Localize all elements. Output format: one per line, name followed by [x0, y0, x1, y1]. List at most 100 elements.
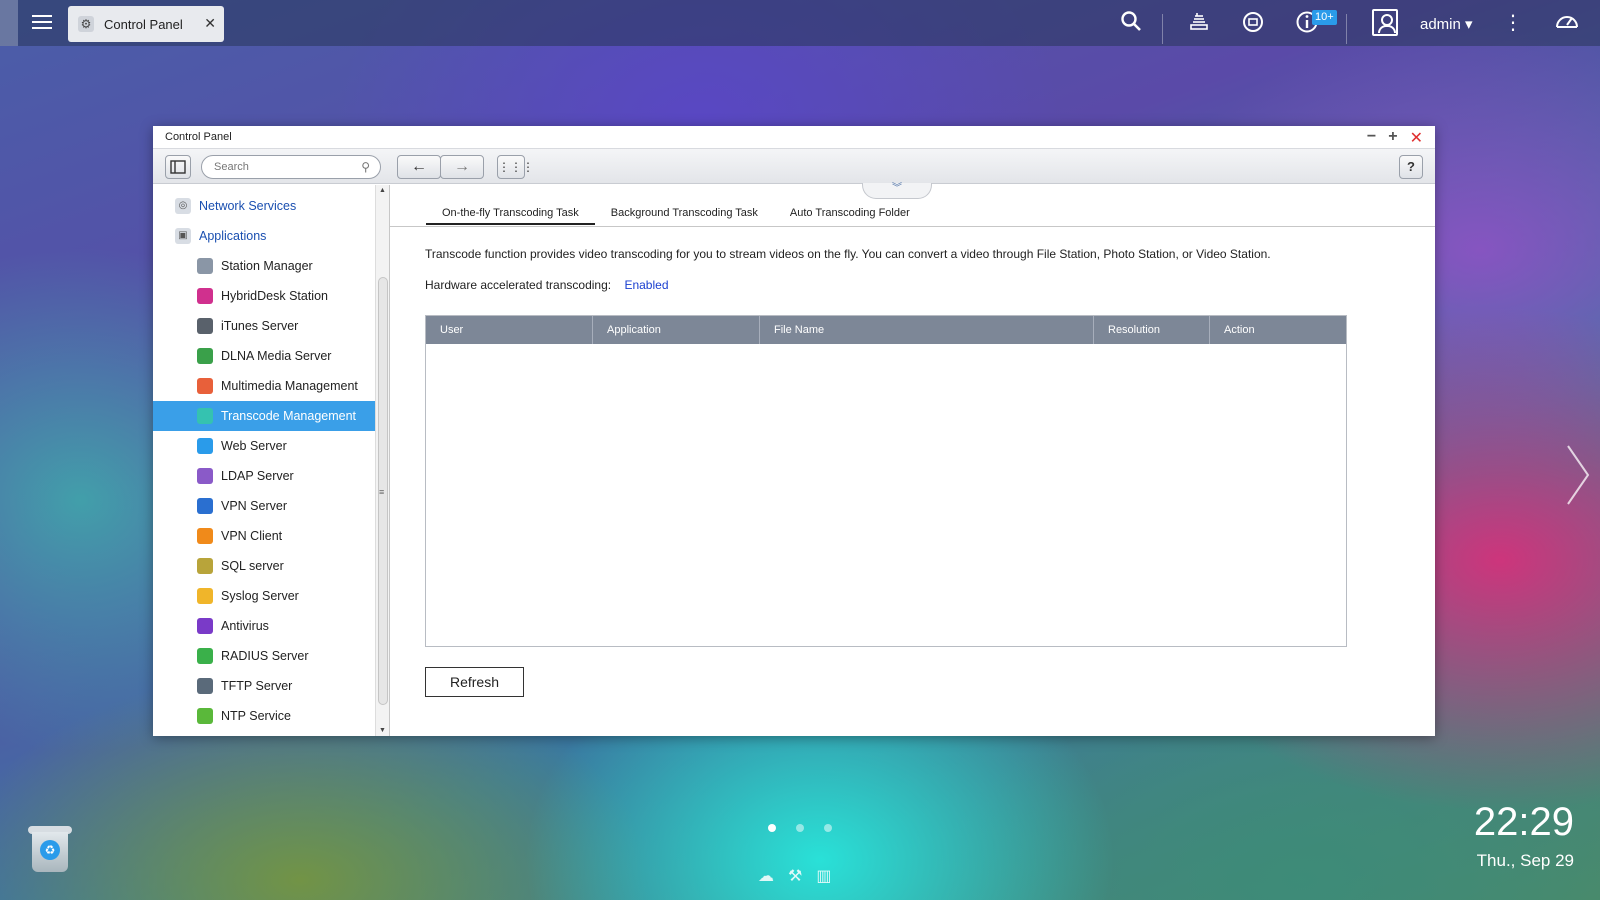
- tab-auto-folder[interactable]: Auto Transcoding Folder: [774, 207, 926, 225]
- collapse-header-button[interactable]: ︾: [862, 183, 932, 199]
- sidebar-item-label: LDAP Server: [221, 469, 294, 483]
- page-dot[interactable]: [768, 824, 776, 832]
- sidebar-item-label: Multimedia Management: [221, 379, 358, 393]
- dlna-icon: [197, 348, 213, 364]
- sidebar-item-label: VPN Client: [221, 529, 283, 543]
- ldap-icon: [197, 468, 213, 484]
- search-icon[interactable]: [1118, 10, 1144, 36]
- tab-on-the-fly[interactable]: On-the-fly Transcoding Task: [426, 207, 595, 225]
- sidebar-item-label: DLNA Media Server: [221, 349, 332, 363]
- next-desktop-arrow-icon[interactable]: [1562, 440, 1592, 510]
- forward-button[interactable]: →: [440, 155, 484, 179]
- user-menu-button[interactable]: admin ▾: [1420, 15, 1473, 33]
- sidebar-item-web-server[interactable]: Web Server: [153, 431, 375, 461]
- book-icon[interactable]: ▥: [816, 866, 831, 886]
- column-header-application[interactable]: Application: [593, 316, 760, 344]
- page-dot[interactable]: [824, 824, 832, 832]
- sidebar-scrollbar[interactable]: ▲ ≡ ▼: [375, 185, 389, 736]
- desktop-date: Thu., Sep 29: [1476, 851, 1574, 870]
- hw-accel-label: Hardware accelerated transcoding:: [425, 278, 612, 292]
- sidebar-item-dlna-media-server[interactable]: DLNA Media Server: [153, 341, 375, 371]
- toolbar-separator: [1346, 14, 1347, 44]
- cloud-icon[interactable]: ☁: [758, 866, 774, 886]
- hw-accel-status[interactable]: Enabled: [624, 278, 668, 292]
- maximize-icon[interactable]: +: [1388, 128, 1397, 148]
- sidebar-item-vpn-client[interactable]: VPN Client: [153, 521, 375, 551]
- refresh-button[interactable]: Refresh: [425, 667, 524, 697]
- hybriddesk-icon: [197, 288, 213, 304]
- sidebar-item-multimedia-management[interactable]: Multimedia Management: [153, 371, 375, 401]
- sidebar-item-hybriddesk-station[interactable]: HybridDesk Station: [153, 281, 375, 311]
- sidebar-item-antivirus[interactable]: Antivirus: [153, 611, 375, 641]
- sidebar-item-itunes-server[interactable]: iTunes Server: [153, 311, 375, 341]
- vpn-server-icon: [197, 498, 213, 514]
- sidebar-item-vpn-server[interactable]: VPN Server: [153, 491, 375, 521]
- sidebar-item-sql-server[interactable]: SQL server: [153, 551, 375, 581]
- sidebar-item-label: iTunes Server: [221, 319, 299, 333]
- sidebar-item-tftp-server[interactable]: TFTP Server: [153, 671, 375, 701]
- minimize-icon[interactable]: −: [1367, 128, 1376, 148]
- close-icon[interactable]: ✕: [204, 15, 216, 32]
- antivirus-icon: [197, 618, 213, 634]
- column-header-file-name[interactable]: File Name: [760, 316, 1094, 344]
- sidebar-item-label: Transcode Management: [221, 409, 357, 423]
- web-server-icon: [197, 438, 213, 454]
- sidebar-item-label: VPN Server: [221, 499, 287, 513]
- sidebar-item-label: Syslog Server: [221, 589, 299, 603]
- column-header-user[interactable]: User: [426, 316, 593, 344]
- sidebar-item-label: Station Manager: [221, 259, 313, 273]
- search-input[interactable]: Search ⚲: [201, 155, 381, 179]
- desktop-page-indicator: [768, 824, 832, 832]
- taskbar-tab-control-panel[interactable]: ⚙ Control Panel ✕: [68, 6, 224, 42]
- syslog-icon: [197, 588, 213, 604]
- window-toolbar: Search ⚲ ← → ⋮⋮⋮ ?: [153, 148, 1435, 184]
- tab-background[interactable]: Background Transcoding Task: [595, 207, 774, 225]
- more-options-icon[interactable]: ⋮: [1500, 10, 1526, 36]
- dashboard-icon[interactable]: [1554, 10, 1580, 36]
- app-grid-button[interactable]: ⋮⋮⋮: [497, 155, 534, 179]
- chevron-down-icon: ︾: [892, 183, 902, 194]
- back-button[interactable]: ←: [397, 155, 441, 179]
- window-title-bar[interactable]: Control Panel − + ✕: [153, 126, 1435, 148]
- external-device-icon[interactable]: [1240, 10, 1266, 36]
- page-dot[interactable]: [796, 824, 804, 832]
- sidebar-group-applications[interactable]: ▣ Applications: [153, 221, 375, 251]
- network-services-icon: ◎: [175, 198, 191, 214]
- close-icon[interactable]: ✕: [1410, 128, 1423, 148]
- applications-icon: ▣: [175, 228, 191, 244]
- hw-accel-row: Hardware accelerated transcoding: Enable…: [425, 278, 669, 292]
- transcoding-task-table: User Application File Name Resolution Ac…: [425, 315, 1347, 647]
- column-header-resolution[interactable]: Resolution: [1094, 316, 1210, 344]
- sidebar-toggle-button[interactable]: [165, 155, 191, 179]
- transcode-icon: [197, 408, 213, 424]
- help-button[interactable]: ?: [1399, 155, 1423, 179]
- main-menu-button[interactable]: [30, 11, 54, 35]
- table-header: User Application File Name Resolution Ac…: [426, 316, 1346, 344]
- radius-icon: [197, 648, 213, 664]
- user-avatar-icon[interactable]: [1372, 9, 1398, 36]
- sidebar-item-station-manager[interactable]: Station Manager: [153, 251, 375, 281]
- sidebar-group-network-services[interactable]: ◎ Network Services: [153, 191, 375, 221]
- taskbar-tab-label: Control Panel: [104, 16, 183, 32]
- search-icon: ⚲: [361, 160, 370, 174]
- scroll-grip-icon: ≡: [379, 487, 385, 497]
- background-tasks-icon[interactable]: [1186, 10, 1212, 36]
- recycle-bin-icon[interactable]: ♻: [28, 826, 72, 874]
- window-title: Control Panel: [165, 131, 232, 143]
- scroll-down-arrow[interactable]: ▼: [379, 727, 386, 734]
- sidebar-item-ntp-service[interactable]: NTP Service: [153, 701, 375, 731]
- sidebar-item-radius-server[interactable]: RADIUS Server: [153, 641, 375, 671]
- sidebar-item-syslog-server[interactable]: Syslog Server: [153, 581, 375, 611]
- sidebar-item-transcode-management[interactable]: Transcode Management: [153, 401, 375, 431]
- sidebar-item-label: NTP Service: [221, 709, 291, 723]
- sidebar-item-ldap-server[interactable]: LDAP Server: [153, 461, 375, 491]
- toolbar-separator: [1162, 14, 1163, 44]
- notification-badge: 10+: [1312, 10, 1337, 25]
- vpn-client-icon: [197, 528, 213, 544]
- tools-icon[interactable]: ⚒: [788, 866, 802, 886]
- bottom-dock: ☁ ⚒ ▥: [758, 866, 831, 886]
- control-panel-window: Control Panel − + ✕ Search ⚲ ← → ⋮⋮⋮ ? ◎…: [153, 126, 1435, 736]
- scroll-up-arrow[interactable]: ▲: [379, 187, 386, 194]
- ntp-icon: [197, 708, 213, 724]
- column-header-action[interactable]: Action: [1210, 316, 1346, 344]
